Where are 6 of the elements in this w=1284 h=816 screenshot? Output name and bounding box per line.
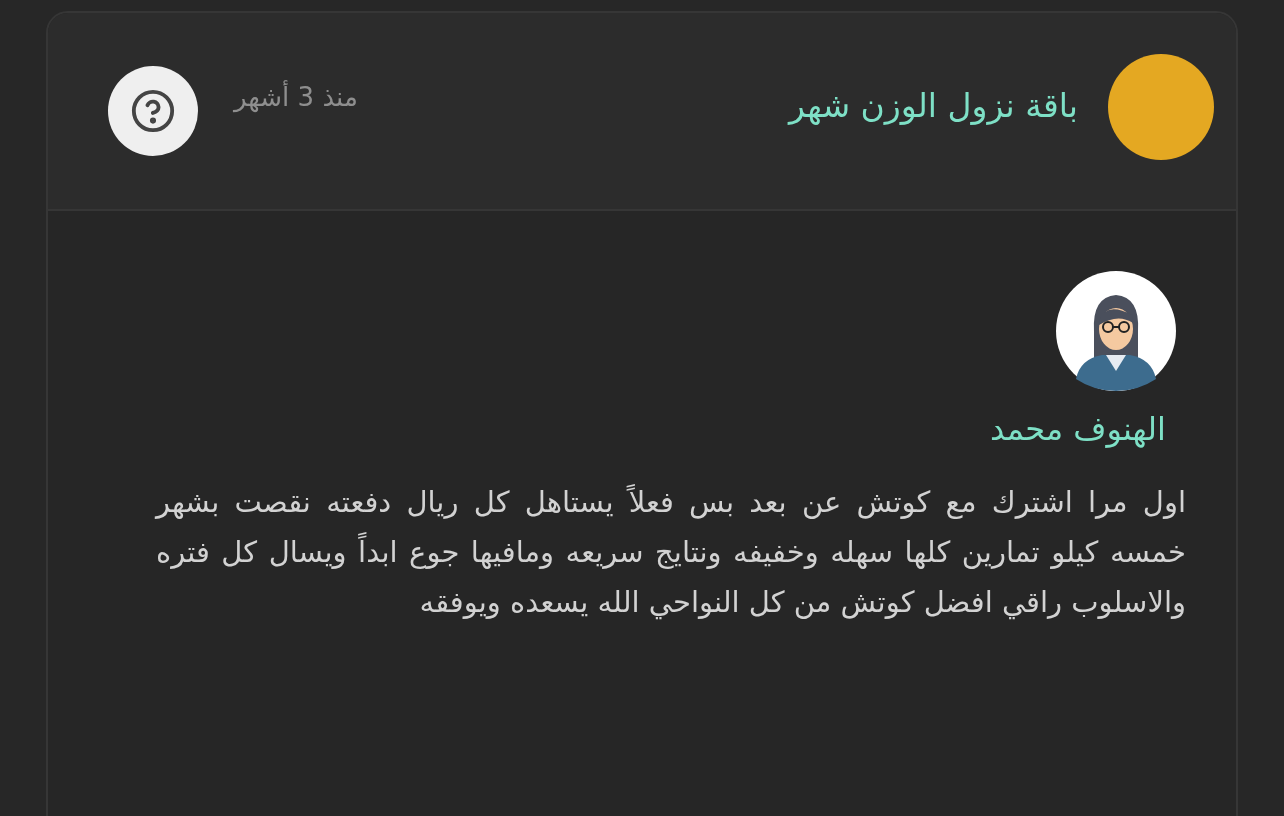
avatar-silhouette-icon [1056,271,1176,391]
reviewer-name: الهنوف محمد [990,409,1166,450]
review-text: اول مرا اشترك مع كوتش عن بعد بس فعلاً يستاهل كل ريال دفعته نقصت بشهر خمسه كيلو تمارين كلها سهله وخفيفه ونتايج سريعه ومافيها جوع ابداً ويسال كل فتره والاسلوب راقي افضل كوتش من كل النواحي الله يسعده ويوفقه [156,483,1186,622]
help-icon [130,88,176,134]
time-ago: منذ 3 أشهر [234,79,358,115]
product-title: باقة نزول الوزن شهر [789,85,1078,128]
